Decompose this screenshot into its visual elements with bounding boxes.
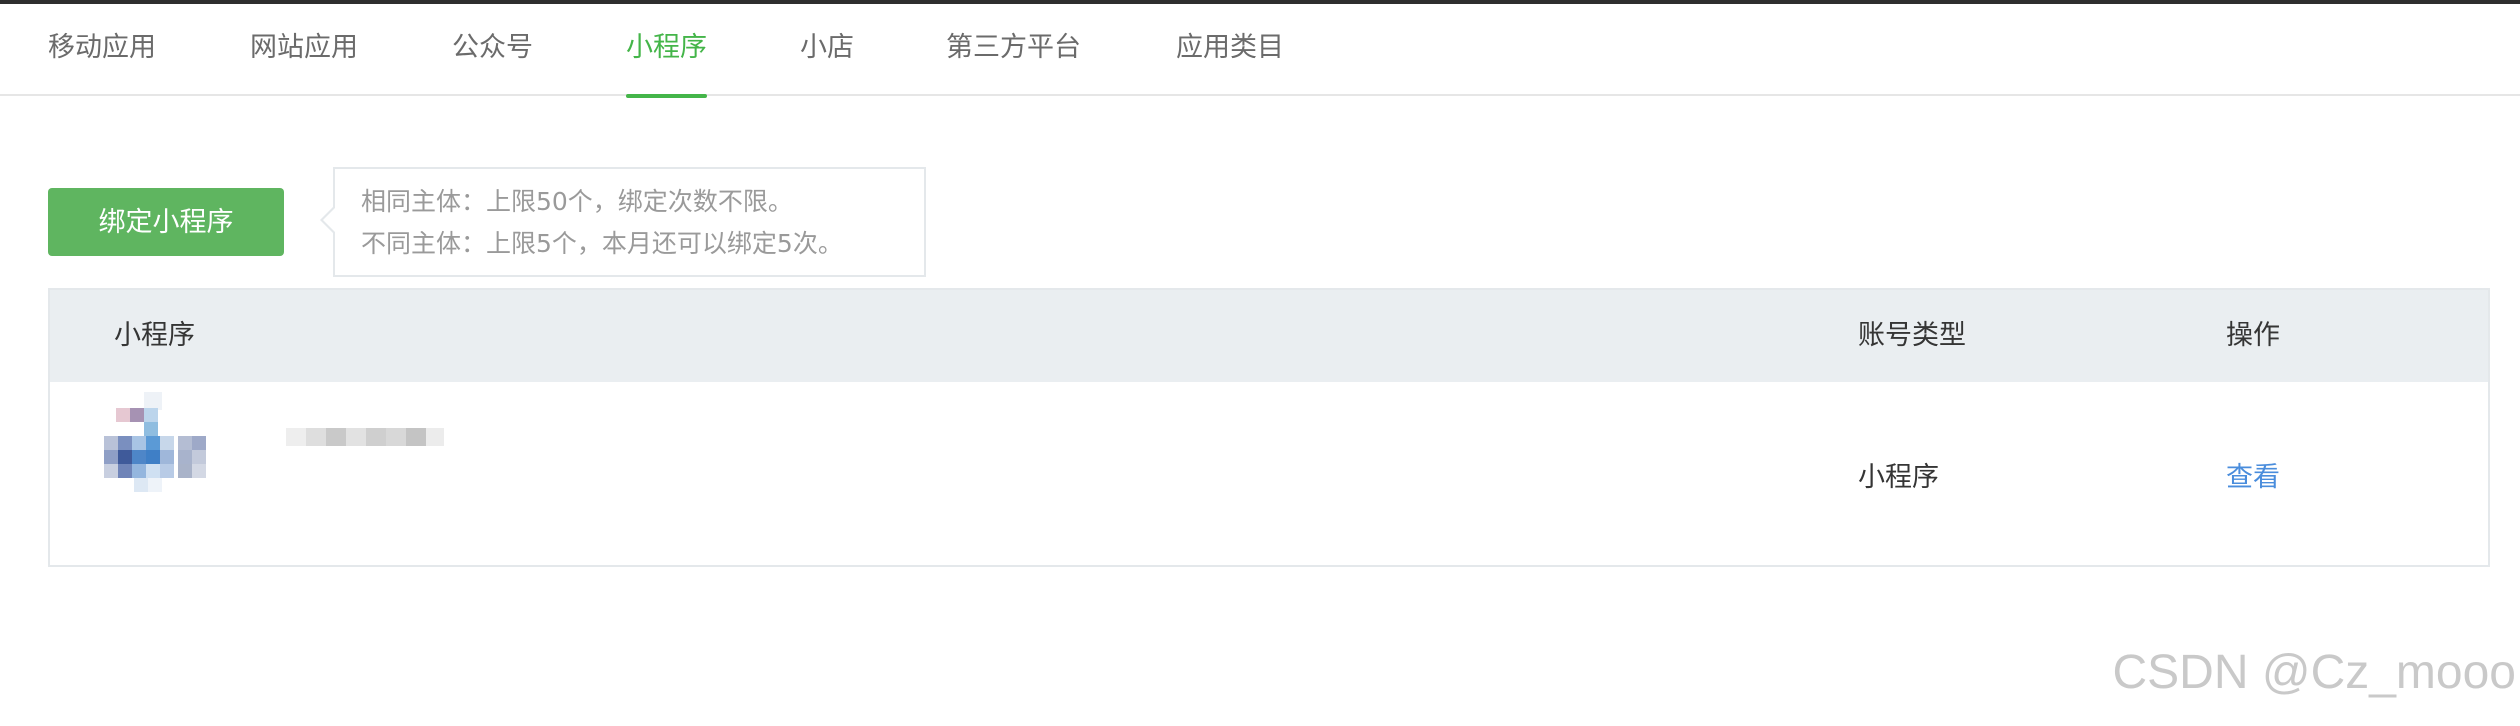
tab-official-accounts[interactable]: 公众号 [452,4,533,96]
mini-program-table: 小程序 账号类型 操作 小程序 查看 [48,288,2490,567]
category-tabs: 移动应用 网站应用 公众号 小程序 小店 第三方平台 应用类目 [0,4,2520,98]
bind-mini-program-button[interactable]: 绑定小程序 [48,188,284,256]
tab-website-apps[interactable]: 网站应用 [250,4,358,96]
tab-app-categories[interactable]: 应用类目 [1176,4,1284,96]
binding-limit-tip: 相同主体：上限50个，绑定次数不限。 不同主体：上限5个，本月还可以绑定5次。 [320,167,926,277]
mini-program-name-blurred [286,428,444,446]
table-header: 小程序 账号类型 操作 [50,290,2488,382]
mini-program-avatar [104,392,214,502]
column-header-app: 小程序 [114,320,195,351]
tab-mini-programs[interactable]: 小程序 [626,4,707,98]
account-type-value: 小程序 [1858,462,1939,493]
table-row: 小程序 查看 [50,382,2488,567]
tip-same-entity: 相同主体：上限50个，绑定次数不限。 [361,187,793,216]
tab-shop[interactable]: 小店 [800,4,854,96]
view-link[interactable]: 查看 [2226,455,2280,494]
watermark: CSDN @Cz_mooo [2112,646,2517,699]
column-header-account-type: 账号类型 [1858,320,1966,351]
tab-third-party-platform[interactable]: 第三方平台 [946,4,1081,96]
tip-different-entity: 不同主体：上限5个，本月还可以绑定5次。 [361,229,843,258]
tab-mobile-apps[interactable]: 移动应用 [48,4,156,96]
column-header-operation: 操作 [2226,320,2280,351]
